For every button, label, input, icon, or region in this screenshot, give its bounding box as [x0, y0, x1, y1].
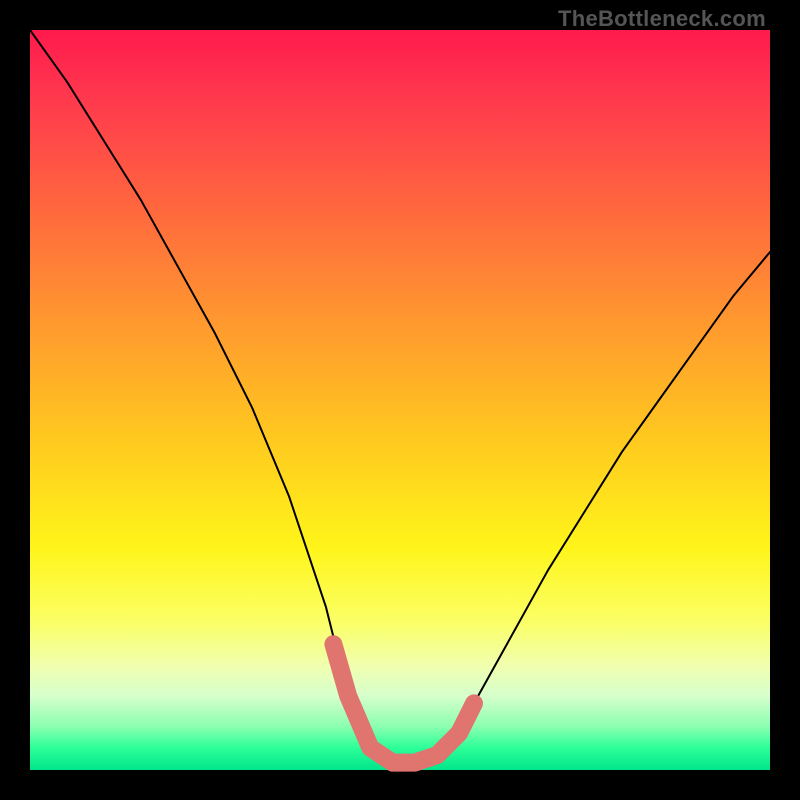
- chart-svg: [30, 30, 770, 770]
- plot-area: [30, 30, 770, 770]
- chart-frame: TheBottleneck.com: [0, 0, 800, 800]
- trough-highlight: [333, 644, 474, 762]
- watermark-text: TheBottleneck.com: [558, 6, 766, 32]
- bottleneck-curve: [30, 30, 770, 763]
